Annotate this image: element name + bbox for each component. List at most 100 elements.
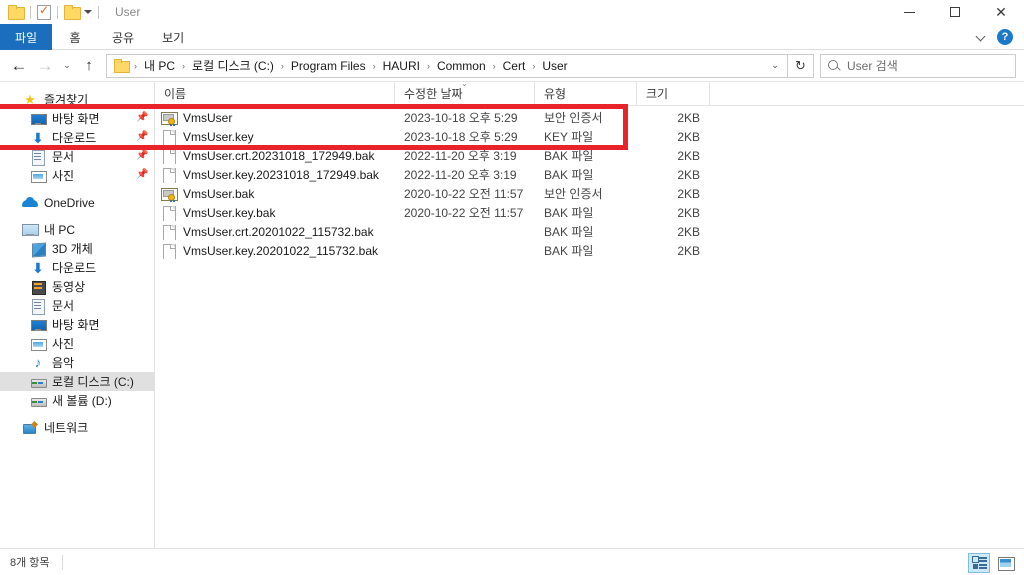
status-divider [61,554,63,570]
table-row[interactable]: VmsUser.key 2023-10-18 오후 5:29 KEY 파일 2K… [155,127,1024,146]
search-box[interactable]: User 검색 [820,53,1016,78]
sidebar-item-pictures-pc[interactable]: 사진 [0,334,154,353]
cell-name: VmsUser.crt.20231018_172949.bak [155,148,395,164]
table-row[interactable]: VmsUser.key.20201022_115732.bak BAK 파일 2… [155,241,1024,260]
window-title: User [115,5,141,19]
tab-home[interactable]: 홈 [52,24,98,50]
breadcrumb-separator-3: › [372,60,376,71]
column-header-name[interactable]: 이름 [155,82,395,105]
this-pc-icon [22,222,39,238]
table-row[interactable]: VmsUser.bak 2020-10-22 오전 11:57 보안 인증서 2… [155,184,1024,203]
chevron-down-icon [84,10,92,14]
sidebar-item-documents-pc[interactable]: 문서 [0,296,154,315]
breadcrumb[interactable]: › 내 PC › 로컬 디스크 (C:) › Program Files › H… [106,53,788,78]
refresh-button[interactable]: ↻ [788,53,814,78]
recent-locations-button[interactable]: ⌄ [58,60,76,71]
sidebar-item-local-disk-c[interactable]: 로컬 디스크 (C:) [0,372,154,391]
column-header-label: 수정한 날짜 [404,87,463,101]
sidebar-item-onedrive[interactable]: OneDrive [0,193,154,212]
sidebar-label: 바탕 화면 [52,318,100,332]
minimize-button[interactable] [886,0,932,24]
properties-icon[interactable] [37,3,51,20]
sort-ascending-icon: ⌄ [461,79,468,88]
sidebar-item-this-pc[interactable]: 내 PC [0,220,154,239]
ribbon-expand-chevron-down-icon[interactable] [977,32,987,42]
sidebar-label: OneDrive [44,195,95,210]
sidebar-item-desktop-pc[interactable]: 바탕 화면 [0,315,154,334]
download-icon: ⬇ [32,259,44,276]
qat-dropdown-button[interactable] [80,10,92,14]
help-icon[interactable]: ? [997,29,1013,45]
desktop-icon [30,317,47,333]
column-header-date[interactable]: ⌄ 수정한 날짜 [395,79,535,105]
sidebar-item-downloads[interactable]: ⬇ 다운로드 📌 [0,128,154,147]
pictures-icon [30,336,47,352]
cell-type: BAK 파일 [544,244,594,258]
cell-date: 2022-11-20 오후 3:19 [404,168,517,182]
cell-type: BAK 파일 [544,168,594,182]
sidebar-item-new-volume-d[interactable]: 새 볼륨 (D:) [0,391,154,410]
table-row[interactable]: VmsUser.crt.20231018_172949.bak 2022-11-… [155,146,1024,165]
large-icons-view-button[interactable] [994,553,1016,573]
details-view-icon [971,556,987,569]
sidebar-item-favorites[interactable]: ★ 즐겨찾기 [0,90,154,109]
breadcrumb-chevron-down-icon[interactable]: ⌄ [767,60,783,71]
column-header-size[interactable]: 크기 [637,82,710,105]
tab-share[interactable]: 공유 [98,24,148,50]
sidebar-label: 즐겨찾기 [44,93,89,107]
breadcrumb-item-4[interactable]: Common [433,57,490,75]
tab-view[interactable]: 보기 [148,24,198,50]
details-view-button[interactable] [968,552,990,573]
folder-icon[interactable] [8,5,25,20]
sidebar-item-network[interactable]: 네트워크 [0,418,154,437]
table-row[interactable]: VmsUser.key.20231018_172949.bak 2022-11-… [155,165,1024,184]
column-header-type[interactable]: 유형 [535,82,637,105]
file-name: VmsUser [183,110,233,125]
pin-icon[interactable]: 📌 [136,151,148,162]
table-row[interactable]: VmsUser.key.bak 2020-10-22 오전 11:57 BAK … [155,203,1024,222]
cell-date: 2022-11-20 오후 3:19 [404,149,517,163]
breadcrumb-item-3[interactable]: HAURI [379,57,424,75]
sidebar-item-videos[interactable]: 동영상 [0,277,154,296]
sidebar-item-music[interactable]: ♪ 음악 [0,353,154,372]
videos-icon [30,279,46,295]
nav-group-onedrive: OneDrive [0,193,154,212]
file-name: VmsUser.key [183,129,254,144]
breadcrumb-item-5[interactable]: Cert [499,57,530,75]
folder-icon-2[interactable] [64,5,81,20]
sidebar-item-desktop[interactable]: 바탕 화면 📌 [0,109,154,128]
breadcrumb-item-1[interactable]: 로컬 디스크 (C:) [188,55,278,76]
table-row[interactable]: VmsUser.crt.20201022_115732.bak BAK 파일 2… [155,222,1024,241]
seal-badge-icon [168,193,175,202]
search-input[interactable]: User 검색 [847,57,898,74]
breadcrumb-item-0[interactable]: 내 PC [140,55,179,76]
maximize-button[interactable] [932,0,978,24]
explorer-body: ★ 즐겨찾기 바탕 화면 📌 ⬇ 다운로드 📌 문서 📌 사진 📌 OneDri… [0,79,1024,548]
breadcrumb-item-2[interactable]: Program Files [287,57,370,75]
up-button[interactable]: ↑ [76,53,102,79]
table-row[interactable]: VmsUser 2023-10-18 오후 5:29 보안 인증서 2KB [155,108,1024,127]
sidebar-label: 내 PC [44,223,76,237]
cell-name: VmsUser.key [155,129,395,145]
forward-button[interactable]: → [32,53,58,79]
sidebar-item-pictures[interactable]: 사진 📌 [0,166,154,185]
sidebar-label: 3D 개체 [52,242,93,256]
view-mode-buttons [968,549,1016,575]
back-button[interactable]: ← [6,53,32,79]
tab-file[interactable]: 파일 [0,24,52,50]
pin-icon[interactable]: 📌 [136,113,148,124]
cell-name: VmsUser.key.20231018_172949.bak [155,167,395,183]
download-icon: ⬇ [32,129,44,146]
sidebar-label: 바탕 화면 [52,112,100,126]
sidebar-item-documents[interactable]: 문서 📌 [0,147,154,166]
network-icon [22,420,38,436]
sidebar-item-3d-objects[interactable]: 3D 개체 [0,239,154,258]
breadcrumb-item-6[interactable]: User [538,57,571,75]
breadcrumb-separator-4: › [426,60,430,71]
pin-icon[interactable]: 📌 [136,170,148,181]
pin-icon[interactable]: 📌 [136,132,148,143]
chevron-down-icon: ⌄ [63,60,71,70]
sidebar-item-downloads-pc[interactable]: ⬇ 다운로드 [0,258,154,277]
navigation-pane: ★ 즐겨찾기 바탕 화면 📌 ⬇ 다운로드 📌 문서 📌 사진 📌 OneDri… [0,82,155,548]
close-button[interactable]: ✕ [978,0,1024,24]
